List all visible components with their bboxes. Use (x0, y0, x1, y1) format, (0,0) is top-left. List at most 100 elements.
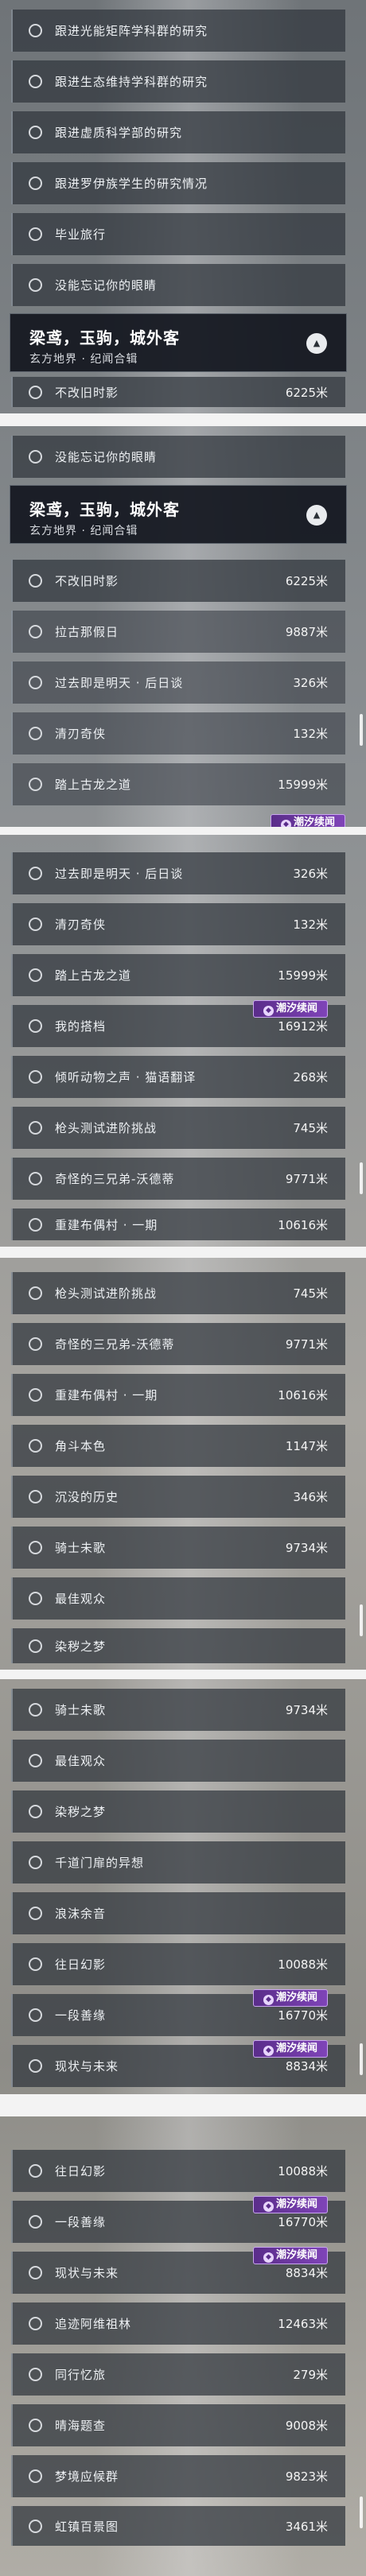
list-item[interactable]: 千道门扉的异想 (11, 1841, 345, 1884)
item-title: 骑士未歌 (55, 1541, 107, 1555)
list-item[interactable]: 最佳观众 (11, 1577, 345, 1620)
list-item[interactable]: 重建布偶村 · 一期 10616米 (11, 1208, 345, 1240)
list-item[interactable]: 同行忆旅 279米 (11, 2353, 345, 2396)
item-distance: 9887米 (285, 625, 328, 639)
list-item[interactable]: 拉古那假日 9887米 (11, 611, 345, 653)
list-item[interactable]: 跟进罗伊族学生的研究情况 (11, 162, 345, 204)
list-item[interactable]: 过去即是明天 · 后日谈 326米 (11, 852, 345, 894)
badge-label: 潮汐续闻 (275, 2043, 317, 2054)
radio-circle-icon (29, 1907, 42, 1920)
tide-icon: ◆ (263, 1995, 274, 2005)
item-title: 跟进生态维持学科群的研究 (55, 75, 208, 89)
tide-event-badge: ◆ 潮汐续闻 (253, 1989, 328, 2007)
list-item[interactable]: 跟进虚质科学部的研究 (11, 111, 345, 153)
list-item[interactable]: 染秽之梦 (11, 1790, 345, 1833)
item-title: 跟进光能矩阵学科群的研究 (55, 24, 208, 38)
list-item[interactable]: 奇怪的三兄弟-沃德蒂 9771米 (11, 1323, 345, 1365)
list-item[interactable]: 虹镇百景图 3461米 (11, 2506, 345, 2546)
item-distance: 132米 (293, 727, 328, 741)
screenshot-divider (0, 413, 366, 426)
item-distance: 9734米 (285, 1703, 328, 1717)
radio-circle-icon (29, 2368, 42, 2381)
item-title: 毕业旅行 (55, 227, 107, 242)
item-title: 没能忘记你的眼睛 (55, 278, 158, 293)
item-distance: 6225米 (285, 574, 328, 588)
list-item[interactable]: 没能忘记你的眼睛 (11, 436, 345, 478)
chevron-up-icon[interactable]: ▲ (306, 333, 327, 354)
section-header[interactable]: 梁鸢，玉驹，城外客 玄方地界 · 纪闻合辑 ▲ (10, 313, 347, 372)
section-title: 梁鸢，玉驹，城外客 (29, 328, 180, 347)
radio-circle-icon (29, 1490, 42, 1503)
list-item[interactable]: 倾听动物之声 · 猫语翻译 268米 (11, 1056, 345, 1098)
radio-circle-icon (29, 1172, 42, 1185)
list-item[interactable]: 骑士未歌 9734米 (11, 1527, 345, 1569)
item-distance: 326米 (293, 867, 328, 881)
item-title: 我的搭档 (55, 1019, 107, 1034)
item-distance: 15999米 (278, 778, 328, 792)
list-item[interactable]: 沉没的历史 346米 (11, 1476, 345, 1518)
list-item[interactable]: 往日幻影 10088米 (11, 2150, 345, 2192)
chevron-up-icon[interactable]: ▲ (306, 505, 327, 526)
radio-circle-icon (29, 1121, 42, 1135)
list-item[interactable]: 我的搭档 16912米 ◆ 潮汐续闻 (11, 1000, 345, 1047)
list-item[interactable]: 踏上古龙之道 15999米 (11, 763, 345, 805)
item-title: 一段善缘 (55, 2008, 107, 2023)
list-item[interactable]: 枪头测试进阶挑战 745米 (11, 1272, 345, 1314)
scrollbar[interactable] (360, 2496, 363, 2528)
list-item[interactable]: 染秽之梦 (11, 1628, 345, 1663)
list-item[interactable]: 一段善缘 16770米 ◆ 潮汐续闻 (11, 1989, 345, 2036)
item-title: 拉古那假日 (55, 625, 119, 639)
list-item[interactable]: 追迹阿维祖林 12463米 (11, 2302, 345, 2345)
list-item[interactable]: 不改旧时影 6225米 (11, 377, 345, 407)
scrollbar[interactable] (360, 2043, 363, 2075)
list-item[interactable]: 跟进光能矩阵学科群的研究 (11, 10, 345, 52)
list-item[interactable]: 重建布偶村 · 一期 10616米 (11, 1374, 345, 1416)
item-title: 往日幻影 (55, 2164, 107, 2178)
radio-circle-icon (29, 126, 42, 139)
radio-circle-icon (29, 1592, 42, 1605)
section-header[interactable]: 梁鸢，玉驹，城外客 玄方地界 · 纪闻合辑 ▲ (10, 485, 347, 544)
item-title: 骑士未歌 (55, 1703, 107, 1717)
item-distance: 6225米 (285, 385, 328, 400)
list-item[interactable]: 现状与未来 8834米 ◆ 潮汐续闻 (11, 2247, 345, 2294)
list-item[interactable]: 浪沫余音 (11, 1892, 345, 1934)
list-item[interactable]: 现状与未来 8834米 ◆ 潮汐续闻 (11, 2040, 345, 2087)
scrollbar[interactable] (360, 1162, 363, 1194)
item-title: 跟进虚质科学部的研究 (55, 126, 183, 140)
item-distance: 346米 (293, 1490, 328, 1504)
item-distance: 16770米 (278, 2008, 328, 2023)
list-item[interactable]: 最佳观众 (11, 1740, 345, 1782)
item-distance: 1147米 (285, 1439, 328, 1453)
item-distance: 268米 (293, 1070, 328, 1084)
radio-circle-icon (29, 1639, 42, 1653)
item-title: 不改旧时影 (55, 385, 119, 400)
list-item[interactable]: 过去即是明天 · 后日谈 326米 (11, 661, 345, 704)
list-item[interactable]: 往日幻影 10088米 (11, 1943, 345, 1985)
list-item[interactable]: 踏上古龙之道 15999米 (11, 954, 345, 996)
list-item[interactable]: 一段善缘 16770米 ◆ 潮汐续闻 (11, 2196, 345, 2243)
list-item[interactable]: 梦境应候群 9823米 (11, 2455, 345, 2497)
list-item[interactable]: 枪头测试进阶挑战 745米 (11, 1107, 345, 1149)
item-title: 奇怪的三兄弟-沃德蒂 (55, 1172, 175, 1186)
scrollbar[interactable] (360, 1604, 363, 1636)
list-item[interactable]: 清刃奇侠 132米 (11, 903, 345, 945)
radio-circle-icon (29, 1856, 42, 1869)
scrollbar[interactable] (360, 714, 363, 746)
item-title: 现状与未来 (55, 2059, 119, 2074)
list-item[interactable]: 晴海题查 9008米 (11, 2404, 345, 2446)
item-distance: 326米 (293, 676, 328, 690)
item-distance: 132米 (293, 918, 328, 932)
list-item[interactable]: 跟进生态维持学科群的研究 (11, 60, 345, 103)
list-item[interactable]: 没能忘记你的眼睛 (11, 264, 345, 306)
radio-circle-icon (29, 2419, 42, 2432)
list-item[interactable]: 奇怪的三兄弟-沃德蒂 9771米 (11, 1158, 345, 1200)
radio-circle-icon (29, 177, 42, 190)
tide-event-badge: ◆ 潮汐续闻 (253, 2196, 328, 2213)
list-item[interactable]: 角斗本色 1147米 (11, 1425, 345, 1467)
list-item[interactable]: 毕业旅行 (11, 213, 345, 255)
list-item[interactable]: 骑士未歌 9734米 (11, 1689, 345, 1731)
list-item[interactable]: 清刃奇侠 132米 (11, 712, 345, 755)
radio-circle-icon (29, 2008, 42, 2022)
item-distance: 10616米 (278, 1217, 328, 1232)
list-item[interactable]: 不改旧时影 6225米 (11, 560, 345, 602)
